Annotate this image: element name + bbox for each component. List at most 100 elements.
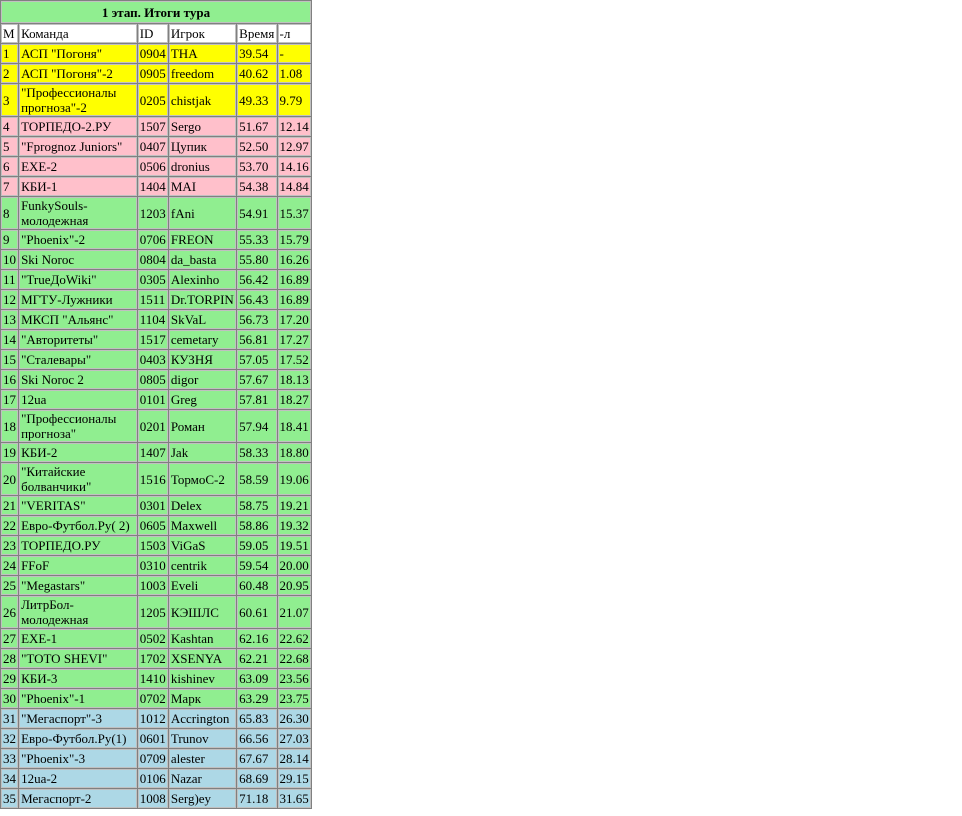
cell-diff: 21.07 — [277, 596, 311, 628]
cell-place: 24 — [1, 556, 19, 575]
table-row: 11 "TrueДоWiki" 0305 Alexinho 56.42 16.89 — [1, 270, 311, 289]
cell-id: 1104 — [137, 310, 168, 329]
cell-time: 54.91 — [237, 197, 277, 229]
cell-team: "Phoenix"-2 — [19, 230, 137, 249]
cell-player: Accrington — [168, 709, 237, 728]
cell-player: MAI — [168, 177, 237, 196]
cell-place: 5 — [1, 137, 19, 156]
cell-place: 1 — [1, 44, 19, 63]
table-row: 19 КБИ-2 1407 Jak 58.33 18.80 — [1, 443, 311, 462]
cell-player: Dr.TORPIN — [168, 290, 237, 309]
table-row: 27 EXE-1 0502 Kashtan 62.16 22.62 — [1, 629, 311, 648]
cell-time: 66.56 — [237, 729, 277, 748]
cell-time: 62.16 — [237, 629, 277, 648]
cell-diff: 17.52 — [277, 350, 311, 369]
cell-id: 0205 — [137, 84, 168, 116]
cell-time: 58.75 — [237, 496, 277, 515]
header-time: Время — [237, 24, 277, 43]
cell-team: МГТУ-Лужники — [19, 290, 137, 309]
cell-diff: 19.32 — [277, 516, 311, 535]
cell-id: 1404 — [137, 177, 168, 196]
cell-place: 10 — [1, 250, 19, 269]
cell-player: Sergo — [168, 117, 237, 136]
cell-player: da_basta — [168, 250, 237, 269]
table-title: 1 этап. Итоги тура — [1, 1, 311, 23]
cell-team: МКСП "Альянс" — [19, 310, 137, 329]
header-row: М Команда ID Игрок Время -л — [1, 24, 311, 43]
cell-time: 56.42 — [237, 270, 277, 289]
cell-id: 1205 — [137, 596, 168, 628]
cell-time: 63.09 — [237, 669, 277, 688]
results-table: 1 этап. Итоги тура М Команда ID Игрок Вр… — [0, 0, 312, 809]
cell-time: 57.05 — [237, 350, 277, 369]
cell-place: 27 — [1, 629, 19, 648]
cell-place: 20 — [1, 463, 19, 495]
table-row: 8 FunkySouls-молодежная 1203 fAni 54.91 15.37 — [1, 197, 311, 229]
cell-place: 11 — [1, 270, 19, 289]
cell-id: 1407 — [137, 443, 168, 462]
cell-team: АСП "Погоня"-2 — [19, 64, 137, 83]
cell-id: 0702 — [137, 689, 168, 708]
cell-place: 29 — [1, 669, 19, 688]
table-row: 25 "Megastars" 1003 Eveli 60.48 20.95 — [1, 576, 311, 595]
cell-team: 12ua — [19, 390, 137, 409]
cell-diff: 23.75 — [277, 689, 311, 708]
table-row: 7 КБИ-1 1404 MAI 54.38 14.84 — [1, 177, 311, 196]
cell-place: 6 — [1, 157, 19, 176]
cell-id: 0605 — [137, 516, 168, 535]
cell-player: Trunov — [168, 729, 237, 748]
cell-id: 0403 — [137, 350, 168, 369]
table-row: 1 АСП "Погоня" 0904 THA 39.54- — [1, 44, 311, 63]
cell-player: FREON — [168, 230, 237, 249]
cell-place: 18 — [1, 410, 19, 442]
cell-id: 0506 — [137, 157, 168, 176]
cell-time: 68.69 — [237, 769, 277, 788]
table-row: 31 "Мегаспорт"-3 1012 Accrington 65.83 26.30 — [1, 709, 311, 728]
cell-diff: 18.80 — [277, 443, 311, 462]
cell-time: 39.54 — [237, 44, 277, 63]
cell-time: 60.61 — [237, 596, 277, 628]
cell-time: 53.70 — [237, 157, 277, 176]
header-diff: -л — [277, 24, 311, 43]
cell-time: 55.33 — [237, 230, 277, 249]
table-row: 13 МКСП "Альянс" 1104 SkVaL 56.73 17.20 — [1, 310, 311, 329]
cell-id: 1503 — [137, 536, 168, 555]
cell-team: Ski Noroc 2 — [19, 370, 137, 389]
cell-place: 32 — [1, 729, 19, 748]
cell-team: EXE-2 — [19, 157, 137, 176]
cell-id: 1012 — [137, 709, 168, 728]
cell-player: SkVaL — [168, 310, 237, 329]
cell-team: ТОРПЕДО-2.РУ — [19, 117, 137, 136]
table-row: 3 "Профессионалы прогноза"-2 0205 chistjak 4… — [1, 84, 311, 116]
cell-team: FunkySouls-молодежная — [19, 197, 137, 229]
cell-team: "Профессионалы прогноза"-2 — [19, 84, 137, 116]
cell-id: 1203 — [137, 197, 168, 229]
cell-diff: 20.95 — [277, 576, 311, 595]
cell-place: 7 — [1, 177, 19, 196]
cell-player: Марк — [168, 689, 237, 708]
cell-player: Greg — [168, 390, 237, 409]
cell-diff: 16.89 — [277, 270, 311, 289]
cell-id: 0310 — [137, 556, 168, 575]
cell-player: КУЗНЯ — [168, 350, 237, 369]
cell-player: ТормоС-2 — [168, 463, 237, 495]
cell-time: 67.67 — [237, 749, 277, 768]
cell-time: 54.38 — [237, 177, 277, 196]
cell-time: 65.83 — [237, 709, 277, 728]
cell-place: 16 — [1, 370, 19, 389]
cell-diff: 16.89 — [277, 290, 311, 309]
cell-time: 55.80 — [237, 250, 277, 269]
header-team: Команда — [19, 24, 137, 43]
table-row: 12 МГТУ-Лужники 1511 Dr.TORPIN 56.43 16.89 — [1, 290, 311, 309]
cell-time: 58.86 — [237, 516, 277, 535]
table-row: 21 "VERITAS" 0301 Delex 58.75 19.21 — [1, 496, 311, 515]
cell-diff: 31.65 — [277, 789, 311, 808]
cell-id: 0905 — [137, 64, 168, 83]
cell-team: "Phoenix"-1 — [19, 689, 137, 708]
cell-team: FFoF — [19, 556, 137, 575]
cell-time: 56.81 — [237, 330, 277, 349]
cell-player: Maxwell — [168, 516, 237, 535]
cell-id: 0502 — [137, 629, 168, 648]
table-row: 15 "Сталевары" 0403 КУЗНЯ 57.05 17.52 — [1, 350, 311, 369]
cell-id: 0805 — [137, 370, 168, 389]
